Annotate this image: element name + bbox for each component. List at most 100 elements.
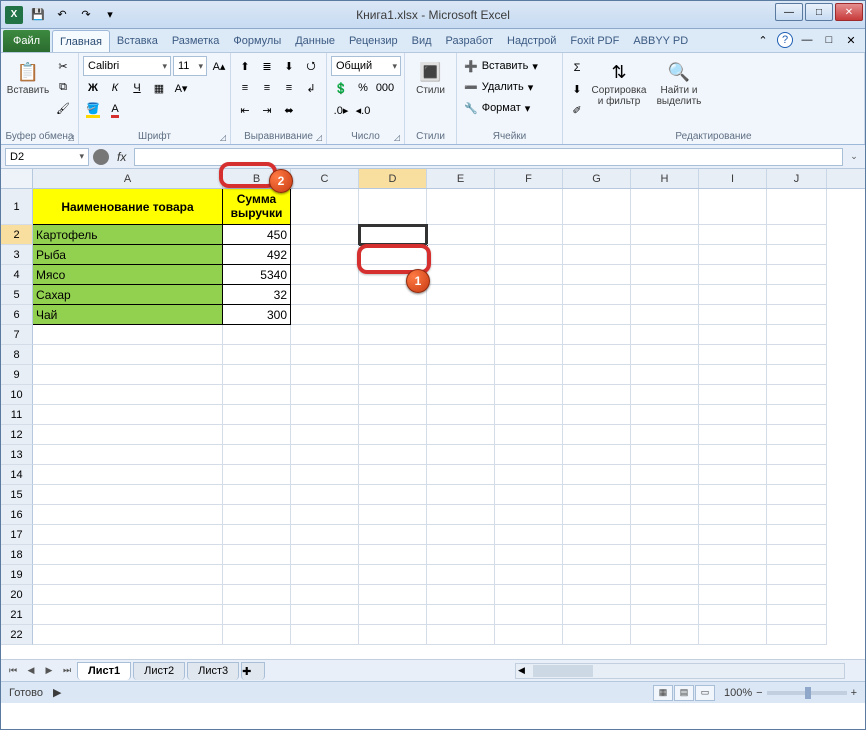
cell-h4[interactable] xyxy=(631,265,699,285)
cell-d19[interactable] xyxy=(359,565,427,585)
row-header-20[interactable]: 20 xyxy=(1,585,33,605)
cell-a13[interactable] xyxy=(33,445,223,465)
formula-input[interactable] xyxy=(134,148,843,166)
cell-h3[interactable] xyxy=(631,245,699,265)
minimize-ribbon-button[interactable]: ⌃ xyxy=(755,32,771,48)
zoom-slider[interactable] xyxy=(767,691,847,695)
page-break-view-button[interactable]: ▭ xyxy=(695,685,715,701)
tab-home[interactable]: Главная xyxy=(52,30,110,52)
fill-button[interactable]: ⬇ xyxy=(567,79,587,99)
cell-f21[interactable] xyxy=(495,605,563,625)
cell-a4[interactable]: Мясо xyxy=(33,265,223,285)
cell-c11[interactable] xyxy=(291,405,359,425)
cell-g18[interactable] xyxy=(563,545,631,565)
cell-i4[interactable] xyxy=(699,265,767,285)
cell-e17[interactable] xyxy=(427,525,495,545)
cell-g21[interactable] xyxy=(563,605,631,625)
sheet-nav-prev[interactable]: ◀ xyxy=(23,663,39,679)
cell-f5[interactable] xyxy=(495,285,563,305)
cell-g5[interactable] xyxy=(563,285,631,305)
cell-i9[interactable] xyxy=(699,365,767,385)
cell-a14[interactable] xyxy=(33,465,223,485)
select-all-corner[interactable] xyxy=(1,169,33,188)
cell-c1[interactable] xyxy=(291,189,359,225)
cell-g20[interactable] xyxy=(563,585,631,605)
cell-f13[interactable] xyxy=(495,445,563,465)
tab-foxit[interactable]: Foxit PDF xyxy=(563,30,626,52)
tab-addins[interactable]: Надстрой xyxy=(500,30,563,52)
cell-e6[interactable] xyxy=(427,305,495,325)
copy-button[interactable]: ⧉ xyxy=(53,77,73,97)
cell-i1[interactable] xyxy=(699,189,767,225)
cell-j3[interactable] xyxy=(767,245,827,265)
col-header-j[interactable]: J xyxy=(767,169,827,188)
cell-i17[interactable] xyxy=(699,525,767,545)
sheet-nav-first[interactable]: ⏮ xyxy=(5,663,21,679)
row-header-12[interactable]: 12 xyxy=(1,425,33,445)
cut-button[interactable]: ✂ xyxy=(53,56,73,76)
cell-a6[interactable]: Чай xyxy=(33,305,223,325)
cell-a1[interactable]: Наименование товара xyxy=(33,189,223,225)
cell-h13[interactable] xyxy=(631,445,699,465)
cell-d10[interactable] xyxy=(359,385,427,405)
cell-g19[interactable] xyxy=(563,565,631,585)
row-header-21[interactable]: 21 xyxy=(1,605,33,625)
underline-button[interactable]: Ч xyxy=(127,78,147,98)
cell-g1[interactable] xyxy=(563,189,631,225)
font-family-combo[interactable]: Calibri xyxy=(83,56,171,76)
zoom-in-button[interactable]: + xyxy=(851,687,857,699)
col-header-c[interactable]: C xyxy=(291,169,359,188)
row-header-15[interactable]: 15 xyxy=(1,485,33,505)
cell-i21[interactable] xyxy=(699,605,767,625)
cell-b11[interactable] xyxy=(223,405,291,425)
cell-j22[interactable] xyxy=(767,625,827,645)
tab-review[interactable]: Рецензир xyxy=(342,30,405,52)
fill-color-button[interactable]: 🪣 xyxy=(83,100,103,120)
cell-d22[interactable] xyxy=(359,625,427,645)
cell-b13[interactable] xyxy=(223,445,291,465)
cell-d20[interactable] xyxy=(359,585,427,605)
expand-formula-bar-button[interactable]: ⌄ xyxy=(847,151,861,162)
cell-j8[interactable] xyxy=(767,345,827,365)
cell-c22[interactable] xyxy=(291,625,359,645)
cell-b12[interactable] xyxy=(223,425,291,445)
cell-b19[interactable] xyxy=(223,565,291,585)
redo-button[interactable]: ↷ xyxy=(75,5,97,25)
worksheet-grid[interactable]: 1 Наименование товара Сумма выручки 2 Ка… xyxy=(1,189,865,659)
cell-b17[interactable] xyxy=(223,525,291,545)
cell-b14[interactable] xyxy=(223,465,291,485)
col-header-e[interactable]: E xyxy=(427,169,495,188)
row-header-6[interactable]: 6 xyxy=(1,305,33,325)
cell-a11[interactable] xyxy=(33,405,223,425)
cell-c4[interactable] xyxy=(291,265,359,285)
cell-b18[interactable] xyxy=(223,545,291,565)
cell-e2[interactable] xyxy=(427,225,495,245)
cell-g4[interactable] xyxy=(563,265,631,285)
cell-f8[interactable] xyxy=(495,345,563,365)
cell-e4[interactable] xyxy=(427,265,495,285)
cell-i11[interactable] xyxy=(699,405,767,425)
row-header-4[interactable]: 4 xyxy=(1,265,33,285)
cell-g13[interactable] xyxy=(563,445,631,465)
col-header-g[interactable]: G xyxy=(563,169,631,188)
cell-a19[interactable] xyxy=(33,565,223,585)
cell-i12[interactable] xyxy=(699,425,767,445)
cell-f3[interactable] xyxy=(495,245,563,265)
cell-e15[interactable] xyxy=(427,485,495,505)
font-size-combo[interactable]: 11 xyxy=(173,56,207,76)
cell-j6[interactable] xyxy=(767,305,827,325)
cell-j15[interactable] xyxy=(767,485,827,505)
cell-c2[interactable] xyxy=(291,225,359,245)
cell-c3[interactable] xyxy=(291,245,359,265)
align-top-button[interactable]: ⬆ xyxy=(235,56,255,76)
number-format-combo[interactable]: Общий xyxy=(331,56,401,76)
cell-b20[interactable] xyxy=(223,585,291,605)
cell-j14[interactable] xyxy=(767,465,827,485)
align-right-button[interactable]: ≡ xyxy=(279,78,299,98)
cell-a21[interactable] xyxy=(33,605,223,625)
cell-j5[interactable] xyxy=(767,285,827,305)
cell-b8[interactable] xyxy=(223,345,291,365)
cell-b2[interactable]: 450 xyxy=(223,225,291,245)
cell-j21[interactable] xyxy=(767,605,827,625)
file-tab[interactable]: Файл xyxy=(3,30,50,52)
